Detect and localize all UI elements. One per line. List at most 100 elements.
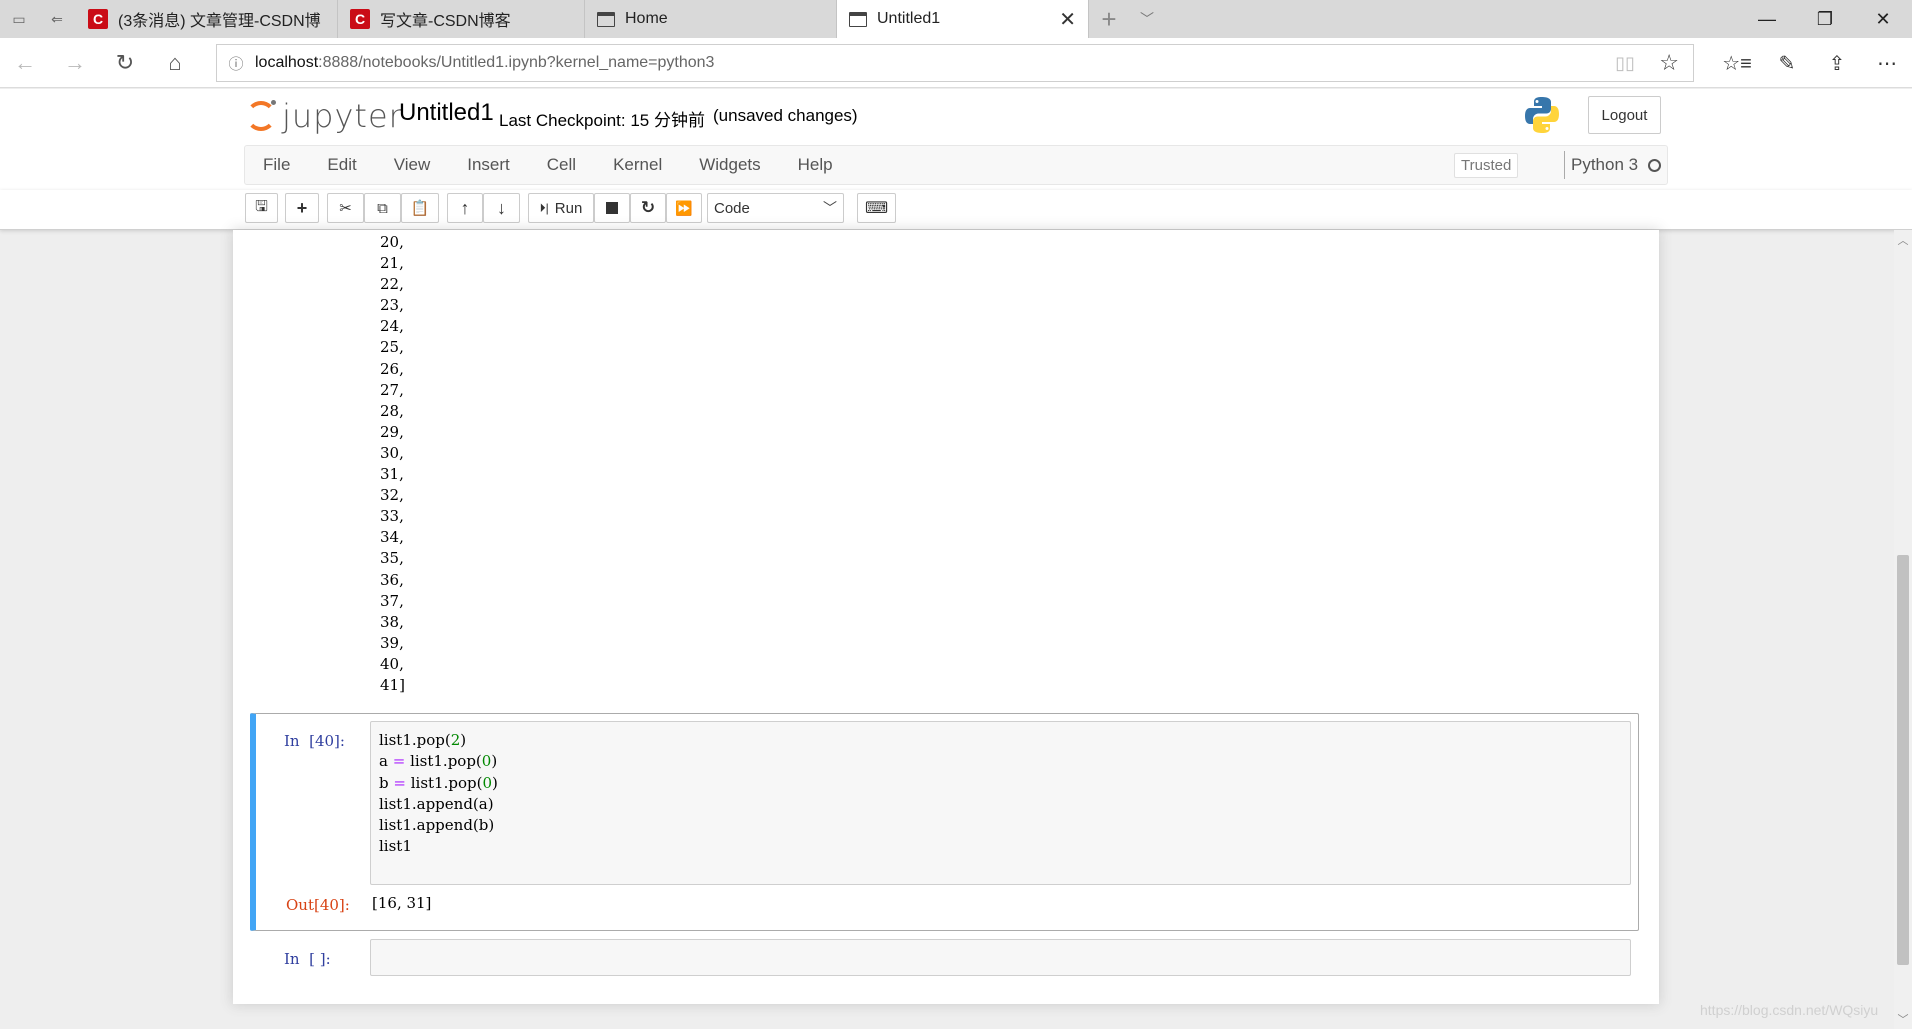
menubar: File Edit View Insert Cell Kernel Widget… (244, 145, 1668, 185)
output-line: 37, (380, 591, 404, 610)
minimize-icon[interactable]: — (1738, 0, 1796, 38)
output-prompt: Out[40]: (286, 896, 350, 914)
output-line: 29, (380, 422, 404, 441)
browser-tab-csdn-write[interactable]: C 写文章-CSDN博客 (338, 0, 585, 38)
insert-cell-icon[interactable]: + (285, 193, 319, 223)
tab-label: 写文章-CSDN博客 (380, 13, 511, 30)
output-line: 40, (380, 654, 404, 673)
input-prompt-empty: In [ ]: (284, 950, 331, 968)
tab-label: (3条消息) 文章管理-CSDN博 (118, 13, 321, 30)
output-line: 22, (380, 275, 404, 294)
star-icon[interactable]: ☆ (1659, 50, 1679, 76)
code-line: list1.append(b) (379, 816, 495, 835)
menu-view[interactable]: View (376, 155, 450, 175)
jupyter-logo-icon (246, 100, 276, 131)
cut-icon[interactable]: ✂ (327, 193, 364, 223)
restore-icon[interactable]: ❐ (1796, 0, 1854, 38)
window-controls: — ❐ ✕ (1738, 0, 1912, 38)
jupyter-logo[interactable]: jupyter (246, 97, 403, 135)
menu-insert[interactable]: Insert (449, 155, 529, 175)
kernel-name: Python 3 (1571, 155, 1639, 174)
chevron-down-icon: ﹀ (823, 200, 837, 216)
back-icon[interactable]: ← (0, 38, 50, 88)
browser-tab-untitled1[interactable]: Untitled1 ✕ (837, 0, 1089, 38)
menu-file[interactable]: File (245, 155, 309, 175)
close-window-icon[interactable]: ✕ (1854, 0, 1912, 38)
home-icon[interactable]: ⌂ (150, 38, 200, 88)
cell-type-value: Code (714, 199, 750, 217)
page-scrollbar[interactable]: ︿ ﹀ (1894, 230, 1912, 1029)
menu-widgets[interactable]: Widgets (681, 155, 779, 175)
page-icon (849, 11, 867, 27)
code-editor[interactable]: list1.pop(2) a = list1.pop(0) b = list1.… (370, 721, 1631, 885)
menu-cell[interactable]: Cell (529, 155, 595, 175)
output-line: 35, (380, 549, 404, 568)
jupyter-logo-text: jupyter (282, 97, 403, 135)
browser-tab-home[interactable]: Home (585, 0, 837, 38)
cell-type-select[interactable]: Code ﹀ (707, 193, 844, 223)
save-icon[interactable]: 🖫 (245, 193, 278, 223)
kernel-indicator: Python 3 (1564, 151, 1662, 179)
refresh-icon[interactable]: ↻ (100, 38, 150, 88)
output-line: 26, (380, 359, 404, 378)
output-line: 21, (380, 254, 404, 273)
keyboard-icon[interactable]: ⌨ (857, 193, 896, 223)
autosave-status: (unsaved changes) (713, 106, 858, 125)
output-line: 36, (380, 570, 404, 589)
output-line: 31, (380, 465, 404, 484)
trusted-indicator[interactable]: Trusted (1454, 153, 1519, 178)
kernel-idle-icon (1648, 158, 1662, 172)
share-icon[interactable]: ⇪ (1812, 38, 1862, 88)
output-line: 23, (380, 296, 404, 315)
menu-edit[interactable]: Edit (309, 155, 375, 175)
scroll-up-icon[interactable]: ︿ (1894, 232, 1912, 248)
output-line: 39, (380, 633, 404, 652)
run-label: Run (554, 199, 583, 217)
code-line: a = list1.pop(0) (379, 752, 498, 771)
menu-help[interactable]: Help (780, 155, 852, 175)
tab-preview-icon[interactable]: ▭ (0, 0, 38, 38)
output-line: 27, (380, 380, 404, 399)
watermark: https://blog.csdn.net/WQsiyu (1700, 1002, 1879, 1018)
address-bar[interactable]: ⓘ localhost:8888/notebooks/Untitled1.ipy… (216, 44, 1694, 82)
scroll-thumb[interactable] (1897, 555, 1909, 965)
new-tab-icon[interactable]: + (1089, 0, 1129, 38)
browser-actions: ☆≡ ✎ ⇪ ⋯ (1712, 38, 1912, 88)
csdn-icon: C (350, 9, 370, 29)
copy-icon[interactable]: ⧉ (364, 193, 401, 223)
fast-forward-icon[interactable]: ⏩ (666, 193, 702, 223)
move-down-icon[interactable]: ↓ (483, 193, 520, 223)
menubar-container: File Edit View Insert Cell Kernel Widget… (0, 145, 1912, 190)
scroll-down-icon[interactable]: ﹀ (1894, 1011, 1912, 1027)
more-icon[interactable]: ⋯ (1862, 38, 1912, 88)
output-line: 34, (380, 528, 404, 547)
set-aside-tabs-icon[interactable]: ⇐ (38, 0, 76, 38)
jupyter-header: jupyter Untitled1 Last Checkpoint: 15 分钟… (0, 89, 1912, 145)
info-icon[interactable]: ⓘ (217, 53, 255, 74)
logout-button[interactable]: Logout (1588, 96, 1661, 134)
empty-code-editor[interactable] (370, 939, 1631, 976)
close-tab-icon[interactable]: ✕ (1059, 7, 1076, 32)
favorites-icon[interactable]: ☆≡ (1712, 38, 1762, 88)
output-line: 32, (380, 486, 404, 505)
reading-view-icon[interactable]: ▯▯ (1615, 53, 1635, 74)
page-icon (597, 11, 615, 27)
stop-icon[interactable] (594, 193, 630, 223)
notebook-name[interactable]: Untitled1 (399, 99, 494, 127)
forward-icon[interactable]: → (50, 38, 100, 88)
run-button[interactable]: ⏵| Run (528, 193, 594, 223)
restart-icon[interactable]: ↻ (630, 193, 666, 223)
csdn-icon: C (88, 9, 108, 29)
output-line: 30, (380, 443, 404, 462)
step-forward-icon: ⏵| (539, 200, 549, 215)
output-line: 28, (380, 401, 404, 420)
pen-icon[interactable]: ✎ (1762, 38, 1812, 88)
code-line: list1.append(a) (379, 794, 494, 813)
chevron-down-icon[interactable]: ﹀ (1129, 0, 1165, 38)
paste-icon[interactable]: 📋 (401, 193, 439, 223)
browser-tab-strip: ▭ ⇐ C (3条消息) 文章管理-CSDN博 C 写文章-CSDN博客 Hom… (0, 0, 1912, 38)
browser-tab-csdn-manage[interactable]: C (3条消息) 文章管理-CSDN博 (76, 0, 338, 38)
move-up-icon[interactable]: ↑ (447, 193, 483, 223)
code-line: list1.pop(2) (379, 731, 467, 749)
menu-kernel[interactable]: Kernel (595, 155, 681, 175)
